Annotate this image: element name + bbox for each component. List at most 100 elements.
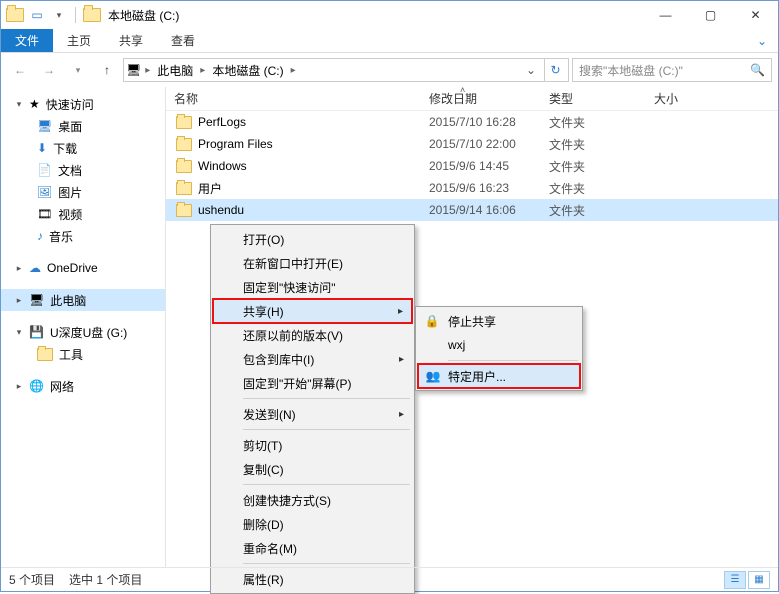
close-button[interactable]: ✕ [733, 1, 778, 29]
search-placeholder: 搜索"本地磁盘 (C:)" [579, 62, 683, 79]
folder-icon [37, 348, 53, 361]
nav-pane: ▾★快速访问 🖥桌面 ⬇下载 📄文档 🖼图片 🎞视频 ♪音乐 ▸☁OneDriv… [1, 87, 166, 567]
col-type[interactable]: 类型 [541, 90, 646, 107]
view-details-button[interactable]: ☰ [724, 571, 746, 589]
chevron-right-icon[interactable]: ▸ [291, 65, 296, 76]
network-icon: 🌐 [29, 379, 44, 393]
ctx-specific-people[interactable]: 👥特定用户... [418, 364, 580, 388]
file-row[interactable]: PerfLogs2015/7/10 16:28文件夹 [166, 111, 778, 133]
file-name: Windows [198, 159, 247, 173]
col-name[interactable]: 名称 [166, 90, 421, 107]
sort-indicator-icon: ˄ [460, 85, 465, 95]
ctx-share-wxj[interactable]: wxj [418, 333, 580, 357]
title-folder-icon [82, 5, 102, 25]
pc-icon: 🖥 [29, 293, 44, 307]
ctx-pin-start[interactable]: 固定到"开始"屏幕(P) [213, 371, 412, 395]
file-date: 2015/9/6 14:45 [421, 159, 541, 173]
file-name: PerfLogs [198, 115, 246, 129]
file-type: 文件夹 [541, 136, 646, 153]
download-icon: ⬇ [37, 141, 47, 155]
folder-icon [176, 182, 192, 195]
ctx-cut[interactable]: 剪切(T) [213, 433, 412, 457]
title-bar: ▭ ▾ 本地磁盘 (C:) — ▢ ✕ [1, 1, 778, 29]
file-type: 文件夹 [541, 180, 646, 197]
file-row[interactable]: ushendu2015/9/14 16:06文件夹 [166, 199, 778, 221]
window-title: 本地磁盘 (C:) [108, 7, 179, 24]
ctx-stop-sharing[interactable]: 🔒停止共享 [418, 309, 580, 333]
cloud-icon: ☁ [29, 261, 41, 275]
tab-share[interactable]: 共享 [105, 29, 157, 52]
pc-icon: 🖥 [126, 63, 141, 77]
nav-recent-icon[interactable]: ▾ [65, 57, 91, 83]
file-name: ushendu [198, 203, 244, 217]
ctx-pin-quick[interactable]: 固定到"快速访问" [213, 275, 412, 299]
ctx-copy[interactable]: 复制(C) [213, 457, 412, 481]
status-bar: 5 个项目 选中 1 个项目 ☰ ▦ [1, 567, 778, 591]
col-date[interactable]: 修改日期 [421, 90, 541, 107]
file-tab[interactable]: 文件 [1, 29, 53, 52]
ctx-include-library[interactable]: 包含到库中(I)▸ [213, 347, 412, 371]
ribbon-expand-icon[interactable]: ⌄ [746, 29, 778, 52]
sidebar-downloads[interactable]: ⬇下载 [1, 137, 165, 159]
file-type: 文件夹 [541, 114, 646, 131]
star-icon: ★ [29, 97, 40, 111]
search-input[interactable]: 搜索"本地磁盘 (C:)" 🔍 [572, 58, 772, 82]
sidebar-quick-access[interactable]: ▾★快速访问 [1, 93, 165, 115]
ctx-open-new-window[interactable]: 在新窗口中打开(E) [213, 251, 412, 275]
context-menu: 打开(O) 在新窗口中打开(E) 固定到"快速访问" 共享(H)▸ 还原以前的版… [210, 224, 415, 594]
sidebar-network[interactable]: ▸🌐网络 [1, 375, 165, 397]
document-icon: 📄 [37, 163, 52, 177]
ctx-restore-versions[interactable]: 还原以前的版本(V) [213, 323, 412, 347]
ctx-send-to[interactable]: 发送到(N)▸ [213, 402, 412, 426]
file-date: 2015/9/6 16:23 [421, 181, 541, 195]
address-dropdown-icon[interactable]: ⌄ [522, 63, 540, 77]
tab-view[interactable]: 查看 [157, 29, 209, 52]
folder-icon [176, 116, 192, 129]
col-size[interactable]: 大小 [646, 90, 778, 107]
sidebar-videos[interactable]: 🎞视频 [1, 203, 165, 225]
view-large-button[interactable]: ▦ [748, 571, 770, 589]
ctx-share[interactable]: 共享(H)▸ [213, 299, 412, 323]
sidebar-pictures[interactable]: 🖼图片 [1, 181, 165, 203]
address-bar[interactable]: 🖥 ▸ 此电脑 ▸ 本地磁盘 (C:) ▸ ⌄ ↻ [123, 58, 569, 82]
folder-icon [5, 5, 25, 25]
refresh-icon[interactable]: ↻ [544, 59, 566, 81]
column-headers: 名称 修改日期 类型 大小 [166, 87, 778, 111]
file-row[interactable]: Program Files2015/7/10 22:00文件夹 [166, 133, 778, 155]
folder-icon [176, 204, 192, 217]
ctx-open[interactable]: 打开(O) [213, 227, 412, 251]
ctx-delete[interactable]: 删除(D) [213, 512, 412, 536]
props-quick-icon[interactable]: ▭ [27, 5, 47, 25]
search-icon[interactable]: 🔍 [750, 63, 765, 77]
share-submenu: 🔒停止共享 wxj 👥特定用户... [415, 306, 583, 391]
crumb-drive[interactable]: 本地磁盘 (C:) [209, 62, 286, 79]
nav-up-icon[interactable]: ↑ [94, 57, 120, 83]
sidebar-usb-drive[interactable]: ▾💾U深度U盘 (G:) [1, 321, 165, 343]
qat-dropdown-icon[interactable]: ▾ [49, 5, 69, 25]
crumb-thispc[interactable]: 此电脑 [154, 62, 196, 79]
drive-icon: 💾 [29, 325, 44, 339]
file-row[interactable]: Windows 2015/9/6 14:45文件夹 [166, 155, 778, 177]
sidebar-thispc[interactable]: ▸🖥此电脑 [1, 289, 165, 311]
chevron-right-icon[interactable]: ▸ [200, 65, 205, 76]
ctx-create-shortcut[interactable]: 创建快捷方式(S) [213, 488, 412, 512]
ctx-rename[interactable]: 重命名(M) [213, 536, 412, 560]
file-date: 2015/7/10 22:00 [421, 137, 541, 151]
file-row[interactable]: 用户2015/9/6 16:23文件夹 [166, 177, 778, 199]
nav-back-icon[interactable]: ← [7, 57, 33, 83]
sidebar-desktop[interactable]: 🖥桌面 [1, 115, 165, 137]
minimize-button[interactable]: — [643, 1, 688, 29]
sidebar-documents[interactable]: 📄文档 [1, 159, 165, 181]
people-icon: 👥 [425, 369, 441, 383]
file-type: 文件夹 [541, 158, 646, 175]
picture-icon: 🖼 [37, 185, 52, 199]
sidebar-onedrive[interactable]: ▸☁OneDrive [1, 257, 165, 279]
file-date: 2015/9/14 16:06 [421, 203, 541, 217]
sidebar-tools-folder[interactable]: 工具 [1, 343, 165, 365]
tab-home[interactable]: 主页 [53, 29, 105, 52]
chevron-right-icon[interactable]: ▸ [145, 65, 150, 76]
maximize-button[interactable]: ▢ [688, 1, 733, 29]
music-icon: ♪ [37, 229, 43, 243]
status-count: 5 个项目 [9, 571, 55, 588]
sidebar-music[interactable]: ♪音乐 [1, 225, 165, 247]
